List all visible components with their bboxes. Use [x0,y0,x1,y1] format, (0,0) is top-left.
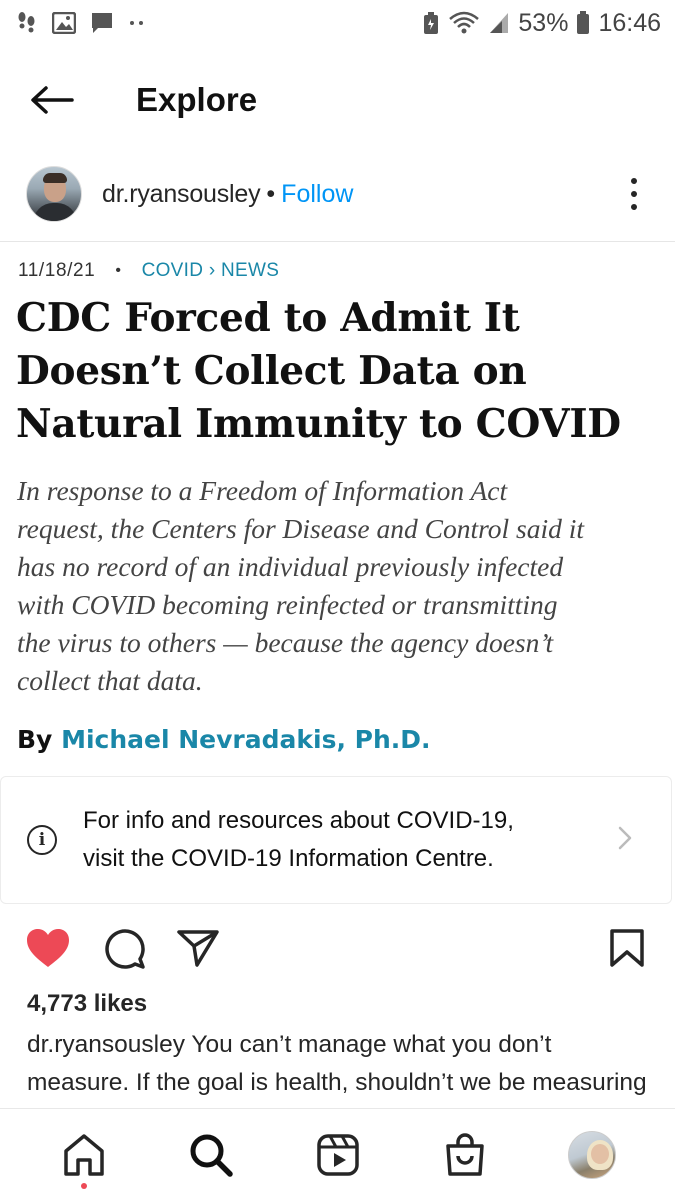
shop-icon [445,1132,484,1176]
clock: 16:46 [598,8,661,37]
notification-dot [80,1182,87,1189]
summary-line: request, the Centers for Disease and Con… [17,513,585,544]
comment-button[interactable] [96,920,152,976]
explore-header: Explore [0,62,675,138]
summary-line: In response to a Freedom of Information … [17,475,508,506]
signal-icon [488,11,510,35]
headline-line: Natural Immunity to COVID [16,401,621,447]
battery-icon [576,11,590,35]
info-line: For info and resources about COVID-19, [83,807,514,834]
wifi-icon [448,11,480,35]
nav-search[interactable] [171,1115,251,1195]
reels-icon [316,1133,359,1176]
battery-saver-icon [422,11,440,35]
status-left-icons [16,11,146,35]
byline-prefix: By [17,725,53,754]
heart-filled-icon [27,929,69,967]
bottom-navigation [0,1108,675,1200]
message-icon [90,11,114,35]
like-button[interactable] [20,920,76,976]
article-author: Michael Nevradakis, Ph.D. [61,725,431,754]
page-title: Explore [136,81,258,118]
post-caption: dr.ryansousley You can’t manage what you… [27,1026,647,1108]
battery-percent: 53% [518,8,569,37]
footsteps-icon [16,11,38,35]
share-button[interactable] [170,920,226,976]
nav-shop[interactable] [425,1115,505,1195]
post-actions [0,918,675,978]
article-byline: By Michael Nevradakis, Ph.D. [17,725,431,754]
info-icon: i [27,825,57,855]
headline-line: Doesn’t Collect Data on [16,348,527,394]
save-button[interactable] [599,920,655,976]
post-image[interactable]: 11/18/21 • COVID › NEWS CDC Forced to Ad… [0,242,675,776]
article-date: 11/18/21 [18,260,96,281]
caption-username[interactable]: dr.ryansousley [27,1031,185,1058]
send-icon [177,930,219,967]
info-banner-text: For info and resources about COVID-19, v… [83,802,583,878]
chevron-right-icon [617,825,633,856]
nav-profile[interactable] [552,1115,632,1195]
summary-line: collect that data. [17,665,203,696]
comment-icon [105,929,145,969]
arrow-left-icon [31,86,74,114]
avatar[interactable] [26,166,82,222]
likes-count[interactable]: 4,773 likes [27,990,147,1018]
headline-line: CDC Forced to Admit It [16,295,520,341]
post-header: dr.ryansousley • Follow [0,162,675,226]
back-button[interactable] [2,62,102,138]
article-meta: 11/18/21 • COVID › NEWS [18,260,279,282]
meta-bullet: • [115,262,122,279]
more-notifications-icon [128,18,146,28]
nav-home[interactable] [44,1115,124,1195]
article-category: COVID › NEWS [141,260,280,281]
post-username[interactable]: dr.ryansousley [102,180,261,209]
nav-reels[interactable] [298,1115,378,1195]
info-line: visit the COVID-19 Information Centre. [83,845,494,872]
covid-info-banner[interactable]: i For info and resources about COVID-19,… [0,776,672,904]
profile-avatar [567,1130,616,1179]
article-summary: In response to a Freedom of Information … [17,472,667,700]
summary-line: the virus to others — because the agency… [17,627,554,658]
article-headline: CDC Forced to Admit It Doesn’t Collect D… [16,292,656,451]
gallery-icon [52,12,76,34]
search-icon [190,1134,233,1177]
status-right-icons: 53% 16:46 [422,9,661,38]
bookmark-icon [610,929,644,967]
status-bar: 53% 16:46 [0,0,675,46]
summary-line: has no record of an individual previousl… [17,551,564,582]
summary-line: with COVID becoming reinfected or transm… [17,589,558,620]
more-vertical-icon [631,178,637,184]
separator-dot: • [266,179,276,208]
more-options-button[interactable] [619,169,649,219]
follow-button[interactable]: Follow [281,180,353,209]
home-icon [63,1133,104,1176]
